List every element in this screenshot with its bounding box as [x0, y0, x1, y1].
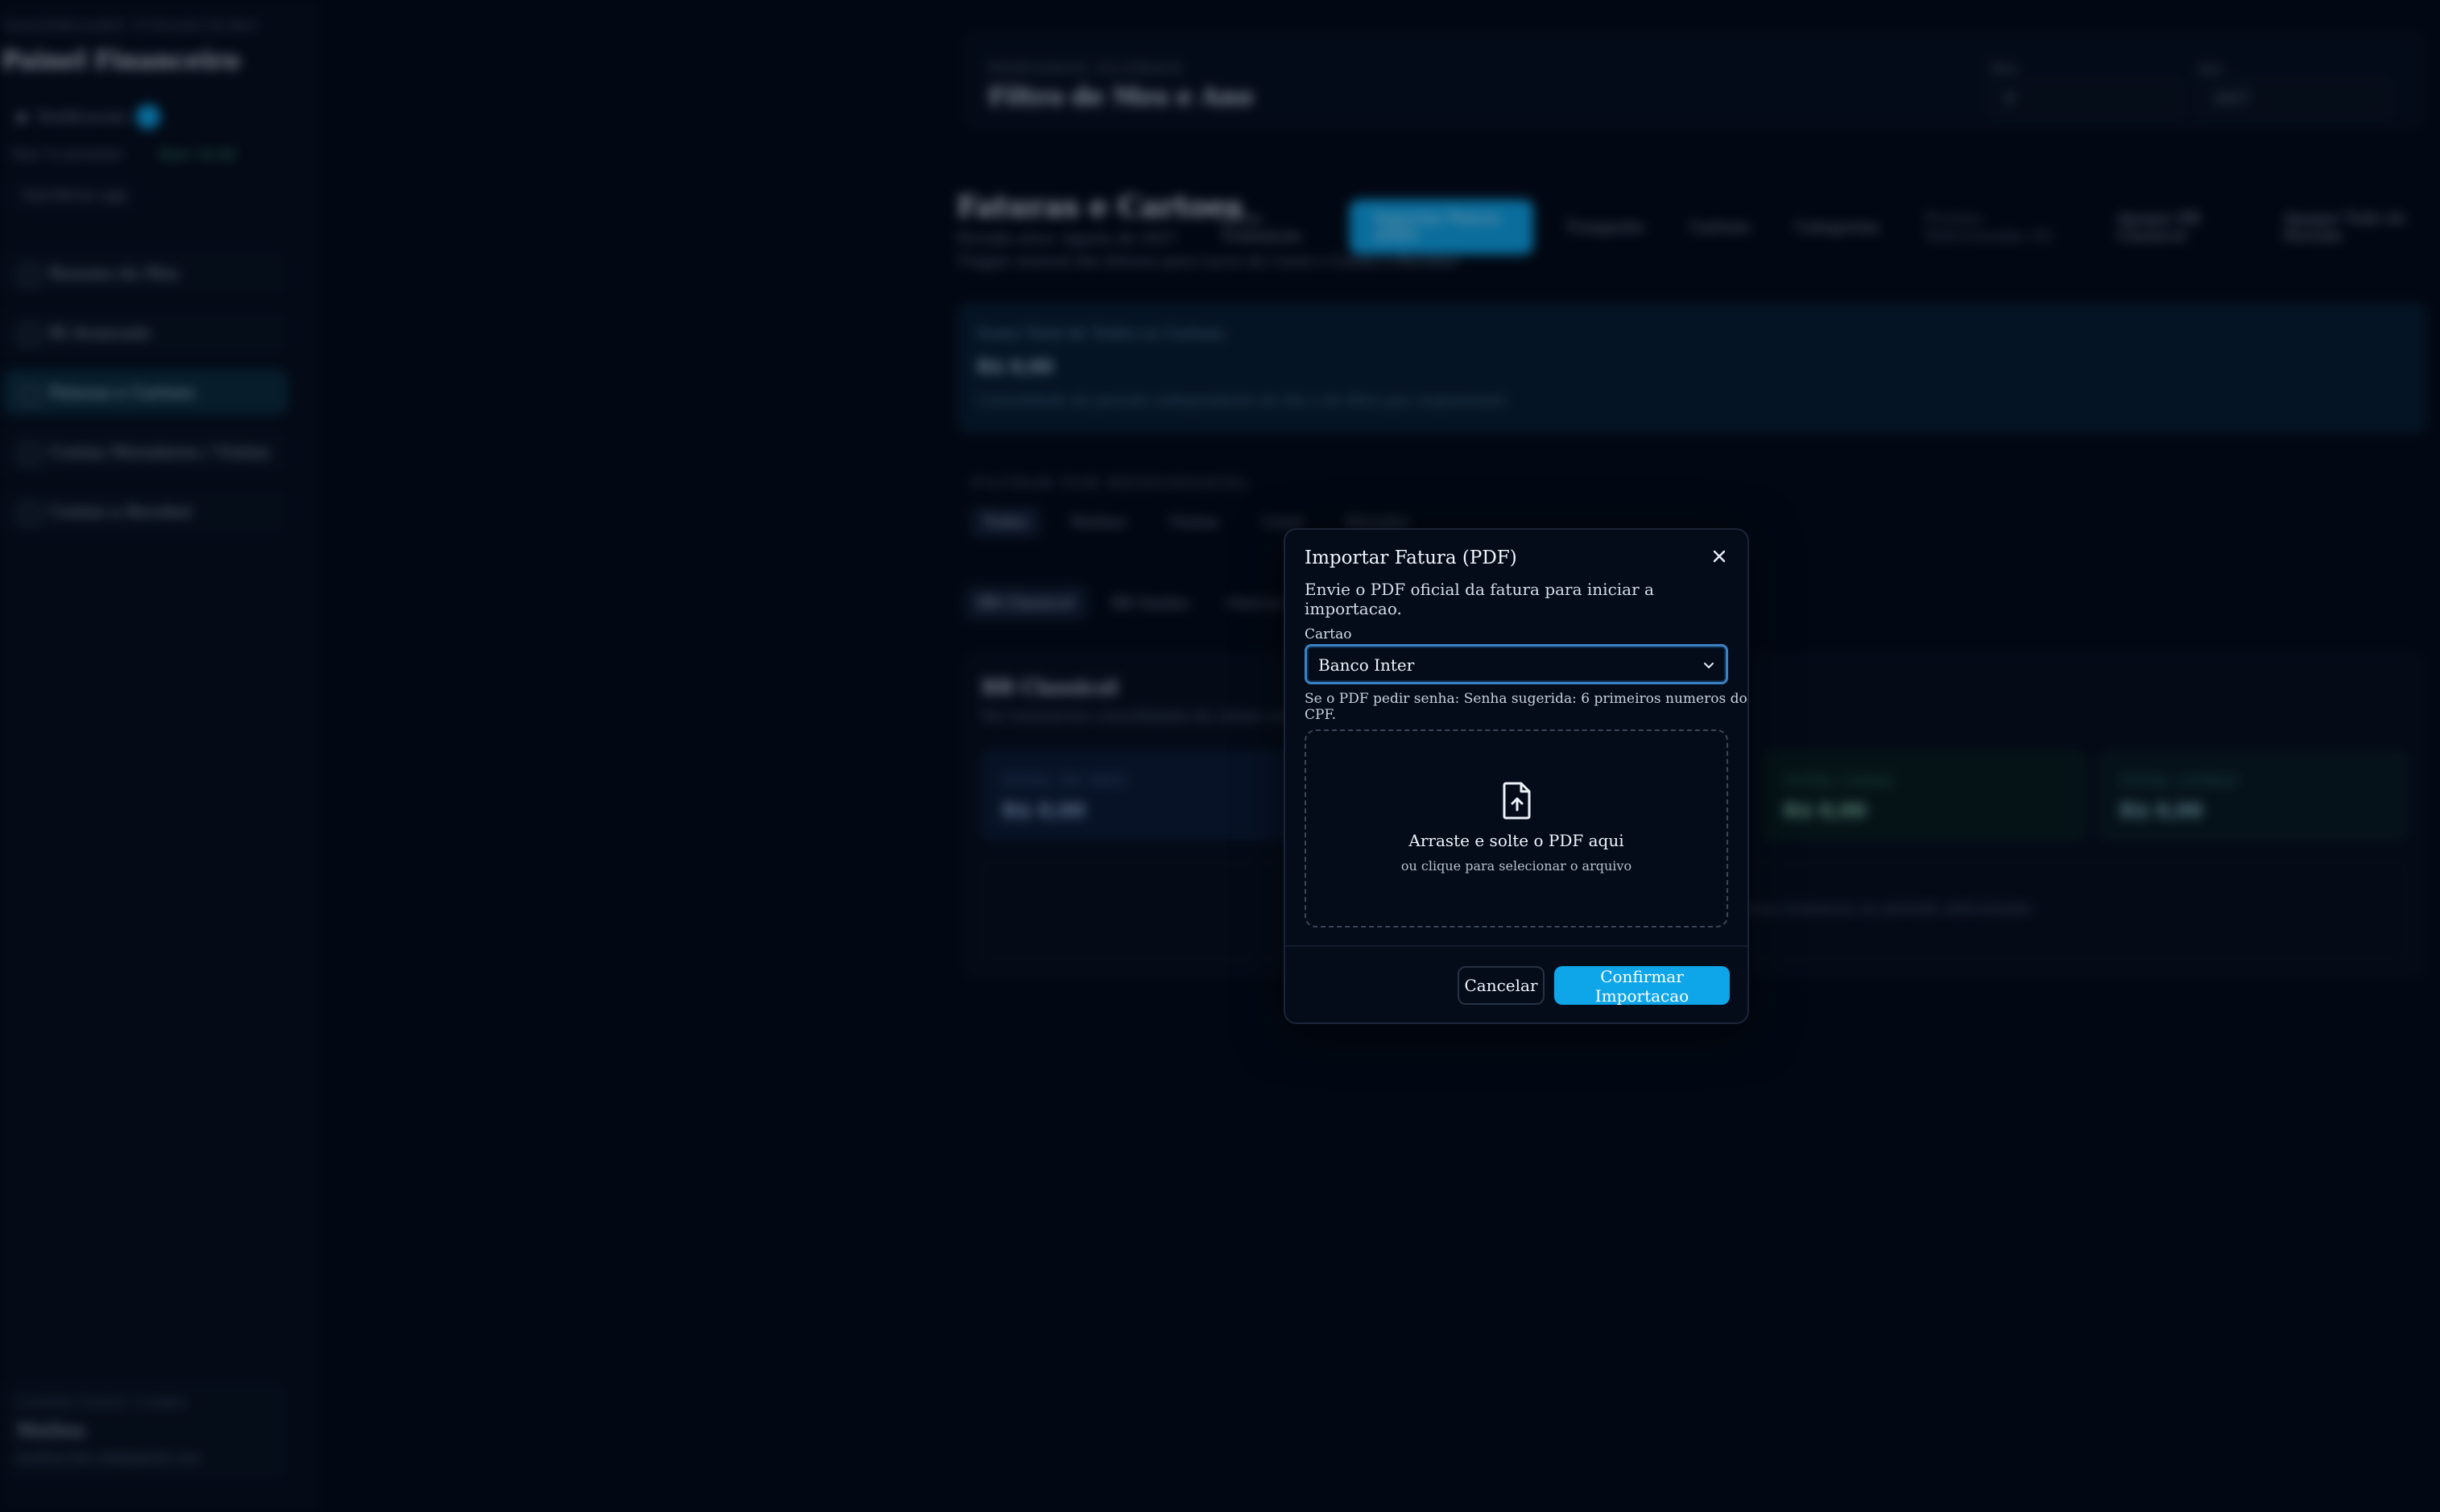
dropzone-subtitle: ou clique para selecionar o arquivo	[1400, 858, 1632, 874]
dropzone-title: Arraste e solte o PDF aqui	[1408, 831, 1624, 850]
card-select-label: Cartao	[1305, 626, 1352, 642]
modal-backdrop[interactable]	[0, 0, 2440, 1512]
dialog-description: Envie o PDF oficial da fatura para inici…	[1305, 580, 1654, 618]
password-hint: Se o PDF pedir senha: Senha sugerida: 6 …	[1305, 691, 1747, 723]
file-upload-icon	[1503, 782, 1531, 820]
dialog-title: Importar Fatura (PDF)	[1305, 547, 1517, 568]
dialog-footer-divider	[1285, 945, 1747, 947]
close-button[interactable]	[1709, 546, 1730, 567]
cancel-button[interactable]: Cancelar	[1458, 966, 1545, 1005]
confirm-import-button[interactable]: Confirmar Importacao	[1554, 966, 1730, 1006]
card-select[interactable]: Banco Inter	[1305, 644, 1728, 684]
close-icon	[1713, 550, 1726, 563]
chevron-down-icon	[1704, 663, 1714, 668]
import-pdf-dialog: Importar Fatura (PDF) Envie o PDF oficia…	[1284, 528, 1749, 1024]
pdf-dropzone[interactable]: Arraste e solte o PDF aqui ou clique par…	[1305, 729, 1728, 927]
card-select-value: Banco Inter	[1318, 655, 1415, 675]
